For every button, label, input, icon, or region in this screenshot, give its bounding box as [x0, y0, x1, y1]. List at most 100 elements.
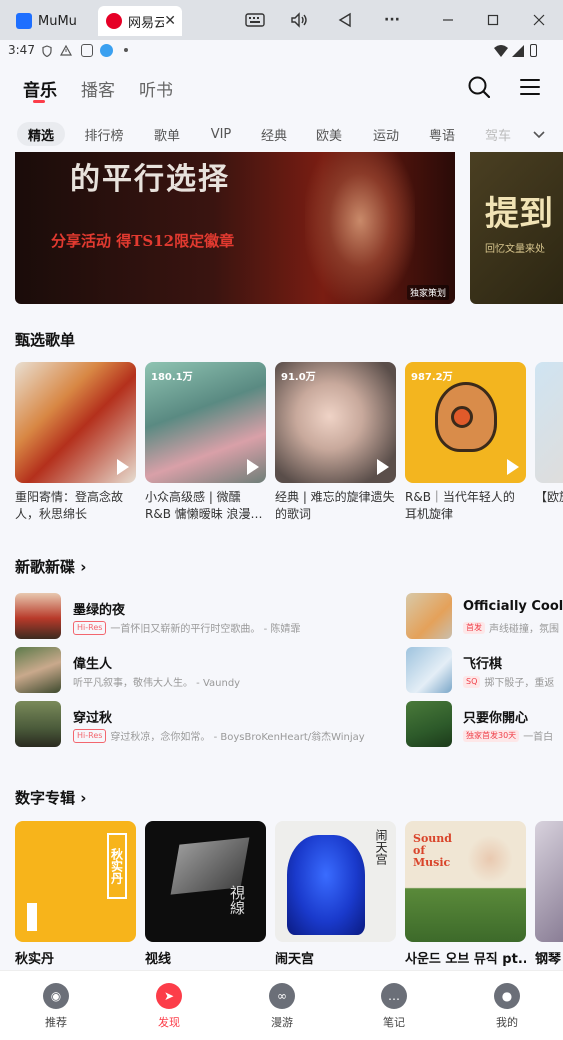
notification-dot-icon: [124, 48, 128, 52]
category-charts[interactable]: 排行榜: [80, 122, 128, 146]
play-count: 180.1万: [151, 372, 193, 383]
song-title: 墨绿的夜: [73, 603, 126, 618]
top-tab-audiobook[interactable]: 听书: [139, 76, 173, 101]
status-time: 3:47: [8, 43, 35, 57]
song-row[interactable]: 飞行棋 SQ 掷下骰子，重返: [406, 647, 563, 693]
close-tab-icon[interactable]: ✕: [164, 13, 176, 29]
song-cover: [15, 647, 61, 693]
song-subtitle: Hi-Res 穿过秋凉，念你如常。 - BoysBroKenHeart/翁杰Wi…: [73, 728, 365, 743]
more-icon[interactable]: ···: [380, 10, 404, 30]
top-tab-podcast[interactable]: 播客: [81, 76, 115, 101]
song-subtitle: SQ 掷下骰子，重返: [463, 674, 554, 689]
album-card[interactable]: 钢琴: [535, 821, 563, 967]
song-cover: [406, 647, 452, 693]
play-count: 91.0万: [281, 372, 316, 383]
play-icon[interactable]: [117, 459, 129, 475]
nav-label: 漫游: [271, 1016, 293, 1029]
playlist-card[interactable]: 987.2万 R&B｜当代年轻人的耳机旋律: [405, 362, 526, 523]
chevron-down-icon[interactable]: [532, 126, 546, 145]
banner-main[interactable]: 的平行选择 分享活动 得TS12限定徽章 独家策划: [15, 152, 455, 304]
nav-roam[interactable]: ∞ 漫游: [252, 983, 312, 1030]
category-western[interactable]: 欧美: [311, 122, 347, 146]
album-card[interactable]: Sound of Music 사운드 오브 뮤직 pt....: [405, 821, 526, 967]
song-title: 飞行棋: [463, 657, 503, 672]
tab-label: 网易云: [128, 15, 165, 31]
song-description: 一首白: [523, 732, 554, 743]
nav-discover[interactable]: ➤ 发现: [139, 983, 199, 1030]
play-count: 987.2万: [411, 372, 453, 383]
status-bar: 3:47: [0, 40, 563, 62]
category-classic[interactable]: 经典: [256, 122, 292, 146]
playlist-caption: 【欧旋律: [535, 490, 563, 504]
nav-label: 笔记: [383, 1016, 405, 1029]
category-featured[interactable]: 精选: [17, 122, 65, 146]
section-title-playlists: 甄选歌单: [15, 331, 76, 349]
nav-notes[interactable]: … 笔记: [364, 983, 424, 1030]
section-title-digital-albums[interactable]: 数字专辑 ›: [15, 787, 86, 808]
playlist-card[interactable]: 【欧旋律: [535, 362, 563, 523]
song-title: 只要你開心: [463, 711, 529, 726]
minimize-icon[interactable]: [436, 10, 460, 30]
playlist-card[interactable]: 重阳寄情：登高念故人，秋思绵长: [15, 362, 136, 523]
song-row[interactable]: 墨绿的夜 Hi-Res 一首怀旧又崭新的平行时空歌曲。 - 陈婧霏: [15, 593, 405, 639]
compass-icon: ➤: [156, 983, 182, 1009]
keyboard-icon[interactable]: [243, 10, 267, 30]
netease-logo-icon: ◉: [43, 983, 69, 1009]
play-icon[interactable]: [507, 459, 519, 475]
nav-label: 发现: [158, 1016, 180, 1029]
banner-portrait-image: [305, 152, 415, 304]
volume-icon[interactable]: [288, 10, 312, 30]
category-sports[interactable]: 运动: [368, 122, 404, 146]
banner-side[interactable]: 提到 回忆文量来处: [470, 152, 563, 304]
exclusive-badge: 独家首发30天: [463, 729, 520, 742]
back-icon[interactable]: [333, 10, 357, 30]
song-row[interactable]: 只要你開心 独家首发30天 一首白: [406, 701, 563, 747]
album-cover: 視線: [145, 821, 266, 942]
category-vip[interactable]: VIP: [203, 122, 239, 146]
battery-icon: [530, 44, 537, 57]
song-subtitle: 听平凡叙事，敬伟大人生。 - Vaundy: [73, 674, 240, 689]
song-cover: [15, 593, 61, 639]
album-cover: 秋实丹: [15, 821, 136, 942]
menu-icon[interactable]: [520, 78, 540, 100]
headphone-icon: [451, 406, 473, 428]
play-icon[interactable]: [247, 459, 259, 475]
banner-headline: 的平行选择: [70, 162, 230, 197]
album-art-text: 秋实丹: [107, 833, 127, 899]
category-cantonese[interactable]: 粤语: [424, 122, 460, 146]
top-tab-music[interactable]: 音乐: [23, 76, 57, 101]
song-cover: [406, 593, 452, 639]
album-art-text: 闹天宫: [374, 829, 388, 865]
song-row[interactable]: 穿过秋 Hi-Res 穿过秋凉，念你如常。 - BoysBroKenHeart/…: [15, 701, 405, 747]
song-description: 听平凡叙事，敬伟大人生。 - Vaundy: [73, 678, 241, 689]
banner-side-headline: 提到: [485, 194, 553, 234]
close-window-icon[interactable]: [527, 10, 551, 30]
song-description: 穿过秋凉，念你如常。 - BoysBroKenHeart/翁杰Winjay: [110, 732, 365, 743]
album-cover: Sound of Music: [405, 821, 526, 942]
tab-netease[interactable]: 网易云 ✕: [98, 6, 182, 36]
playlist-card[interactable]: 180.1万 小众高级感 | 微醺R&B 慵懒暧昧 浪漫…: [145, 362, 266, 523]
search-icon[interactable]: [468, 76, 491, 102]
song-row[interactable]: 偉生人 听平凡叙事，敬伟大人生。 - Vaundy: [15, 647, 405, 693]
album-caption: 사운드 오브 뮤직 pt....: [405, 952, 526, 967]
bottom-navigation: ◉ 推荐 ➤ 发现 ∞ 漫游 … 笔记 ● 我的: [0, 970, 563, 1040]
album-card[interactable]: 秋实丹 秋实丹: [15, 821, 136, 967]
tab-mumu[interactable]: MuMu: [8, 6, 88, 36]
playlist-card[interactable]: 91.0万 经典 | 难忘的旋律遗失的歌词: [275, 362, 396, 523]
nav-mine[interactable]: ● 我的: [477, 983, 537, 1030]
warning-icon: [59, 44, 73, 59]
category-driving[interactable]: 驾车: [480, 122, 516, 146]
album-card[interactable]: 闹天宫 闹天宫: [275, 821, 396, 967]
play-icon[interactable]: [377, 459, 389, 475]
song-row[interactable]: Officially Cool (V 首发 声线碰撞，氛围: [406, 593, 563, 639]
section-title-new-songs[interactable]: 新歌新碟 ›: [15, 556, 86, 577]
album-art-figure-image: [287, 835, 365, 935]
nav-recommend[interactable]: ◉ 推荐: [26, 983, 86, 1030]
album-card[interactable]: 視線 视线: [145, 821, 266, 967]
nav-label: 推荐: [45, 1016, 67, 1029]
category-playlists[interactable]: 歌单: [148, 122, 186, 146]
song-title: 偉生人: [73, 657, 113, 672]
tab-label: MuMu: [38, 13, 77, 29]
banner-side-sub: 回忆文量来处: [485, 244, 545, 255]
maximize-icon[interactable]: [481, 10, 505, 30]
